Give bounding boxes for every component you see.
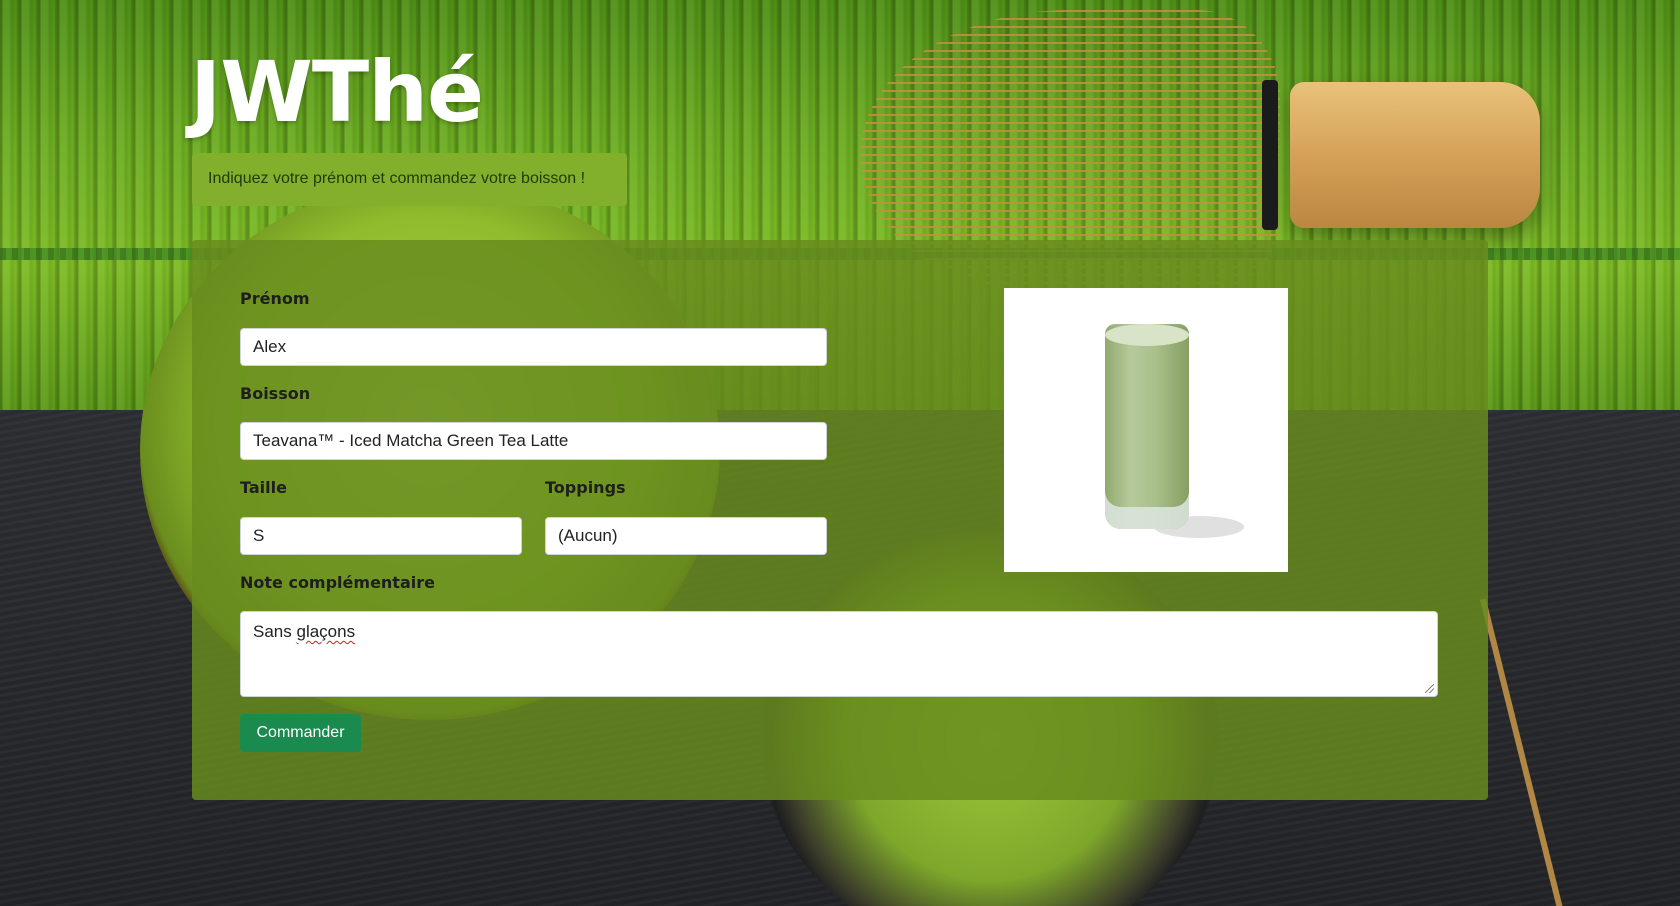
whisk-band-image — [1262, 80, 1278, 230]
whisk-handle-image — [1290, 82, 1540, 228]
toppings-select[interactable]: (Aucun) — [545, 517, 827, 555]
toppings-label: Toppings — [545, 478, 626, 497]
taille-label: Taille — [240, 478, 287, 497]
note-text-misspelled-word: glaçons — [296, 622, 356, 641]
boisson-label: Boisson — [240, 384, 311, 403]
glass-foam-top — [1105, 324, 1189, 346]
taille-select[interactable]: S — [240, 517, 522, 555]
note-textarea[interactable]: Sans glaçons — [240, 611, 1438, 697]
prenom-label: Prénom — [240, 289, 310, 308]
commander-button[interactable]: Commander — [240, 714, 361, 752]
instruction-alert: Indiquez votre prénom et commandez votre… — [192, 153, 627, 206]
note-text-word: Sans — [253, 622, 292, 641]
site-logo-title: JWThé — [190, 43, 484, 141]
note-label: Note complémentaire — [240, 573, 435, 592]
iced-matcha-latte-glass-icon — [1105, 324, 1189, 529]
resize-handle-icon[interactable] — [1425, 684, 1434, 693]
prenom-input[interactable]: Alex — [240, 328, 827, 366]
drink-preview-image — [1004, 288, 1288, 572]
boisson-select[interactable]: Teavana™ - Iced Matcha Green Tea Latte — [240, 422, 827, 460]
